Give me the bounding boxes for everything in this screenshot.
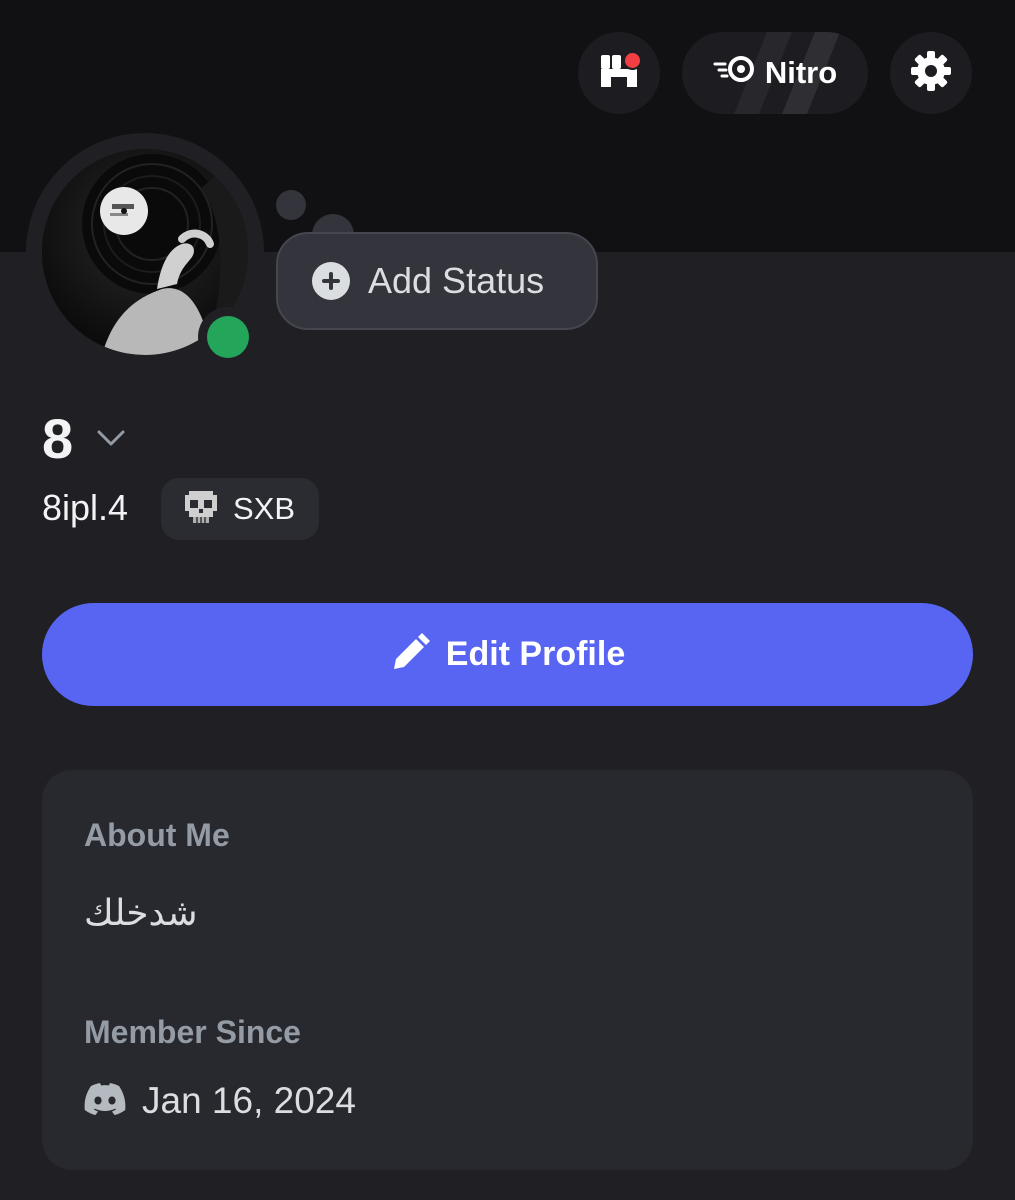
notification-dot (623, 51, 642, 70)
member-since-heading: Member Since (84, 1014, 301, 1050)
skull-icon (181, 487, 221, 531)
online-status-icon (207, 316, 249, 358)
thought-bubble-dot (276, 190, 306, 220)
discord-logo-icon (84, 1083, 126, 1119)
username: 8ipl.4 (42, 487, 129, 528)
nitro-button[interactable]: Nitro (682, 32, 868, 114)
chevron-down-icon[interactable] (96, 428, 126, 452)
gear-icon (909, 49, 953, 97)
about-me-text: شدخلك (84, 893, 198, 934)
nitro-icon (713, 54, 755, 92)
plus-circle-icon (312, 262, 350, 300)
edit-profile-label: Edit Profile (445, 635, 626, 673)
member-since-date: Jan 16, 2024 (142, 1080, 356, 1121)
server-tag-badge[interactable]: SXB (161, 478, 319, 540)
add-status-label: Add Status (368, 260, 545, 301)
shop-button[interactable] (578, 32, 660, 114)
add-status-button[interactable]: Add Status (276, 232, 598, 330)
about-me-heading: About Me (84, 817, 230, 853)
display-name: 8 (42, 407, 74, 470)
server-tag-label: SXB (233, 491, 296, 526)
pencil-icon (390, 632, 430, 677)
settings-button[interactable] (890, 32, 972, 114)
nitro-label: Nitro (764, 55, 838, 90)
member-since-row: Jan 16, 2024 (84, 1080, 356, 1122)
edit-profile-button[interactable]: Edit Profile (42, 603, 973, 706)
about-card: About Me شدخلك Member Since Jan 16, 2024 (42, 770, 973, 1170)
